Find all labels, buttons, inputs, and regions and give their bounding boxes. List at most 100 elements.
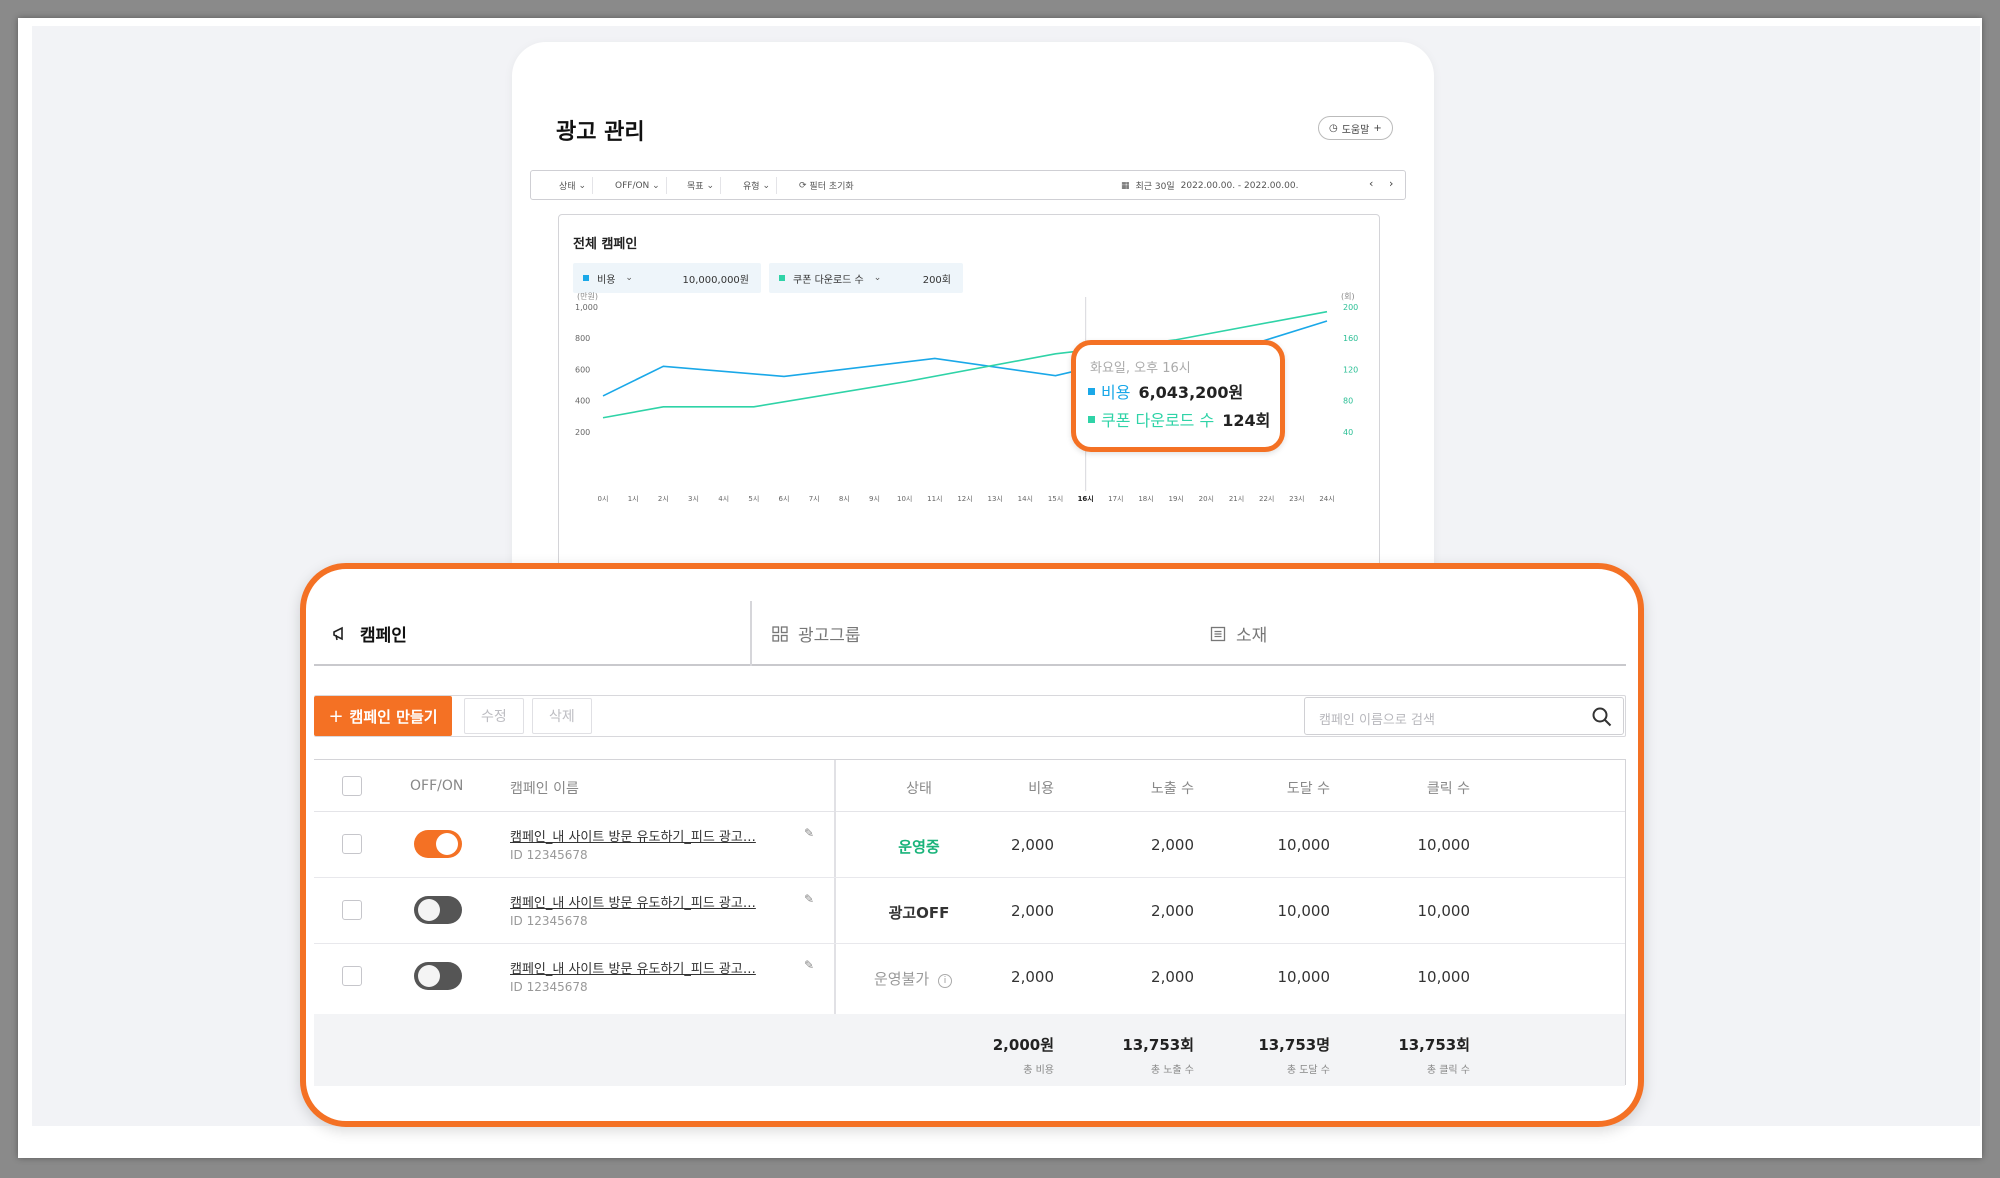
table-totals: 2,000원 총 비용 13,753회 총 노출 수 13,753명 총 도달 … [314,1014,1625,1086]
total-value: 2,000원 [992,1036,1054,1054]
x-tick-label: 22시 [1259,495,1274,503]
search-input[interactable]: 캠페인 이름으로 검색 [1319,709,1435,728]
cost-value: 2,000 [1011,902,1054,920]
x-tick-label: 13시 [987,495,1002,503]
filter-reset[interactable]: ⟳ 필터 초기화 [793,177,860,194]
page-title: 광고 관리 [556,120,645,145]
row-checkbox[interactable] [342,834,362,854]
total-reach: 13,753명 총 도달 수 [1220,1034,1330,1076]
filter-goal[interactable]: 목표 ⌄ [681,177,721,194]
date-range-picker[interactable]: ▦ 최근 30일 2022.00.00. - 2022.00.00. [1121,177,1298,194]
row-checkbox[interactable] [342,966,362,986]
status-badge: 광고OFF [888,904,950,922]
series-color-swatch [1088,415,1095,423]
clicks-value: 10,000 [1417,902,1471,920]
table-row[interactable]: 캠페인_내 사이트 방문 유도하기_피드 광고… ID 12345678 ✎ 운… [314,944,1625,1010]
pencil-icon[interactable]: ✎ [804,892,814,906]
row-checkbox[interactable] [342,900,362,920]
x-tick-label: 11시 [927,495,942,503]
campaign-search[interactable]: 캠페인 이름으로 검색 [1304,697,1624,735]
impressions-value: 2,000 [1151,968,1194,986]
campaign-toggle[interactable] [414,830,462,858]
status-cell: 운영불가 i [858,968,968,989]
help-button[interactable]: ◷ 도움말 + [1318,116,1393,140]
info-icon[interactable]: i [937,974,952,988]
table-row[interactable]: 캠페인_내 사이트 방문 유도하기_피드 광고… ID 12345678 ✎ 운… [314,812,1625,878]
campaign-toggle[interactable] [414,896,462,924]
header-clicks[interactable]: 클릭 수 [1380,778,1470,798]
filter-bar: 상태 ⌄ OFF/ON ⌄ 목표 ⌄ 유형 ⌄ ⟳ 필터 초기화 ▦ 최근 30… [530,170,1406,200]
create-campaign-label: 캠페인 만들기 [349,707,438,726]
tooltip-value: 6,043,200원 [1138,383,1244,402]
tab-bar: 캠페인 광고그룹 소재 [314,601,1626,666]
prev-period-button[interactable]: ‹ [1369,177,1373,190]
reach-value: 10,000 [1277,968,1331,986]
filter-offon[interactable]: OFF/ON ⌄ [609,177,667,194]
filter-type[interactable]: 유형 ⌄ [737,177,777,194]
tab-adgroup[interactable]: 광고그룹 [772,601,861,666]
tab-label: 캠페인 [360,626,407,646]
tab-label: 소재 [1236,626,1268,646]
tooltip-label: 쿠폰 다운로드 수 [1101,411,1215,430]
plus-icon: + [1373,122,1382,134]
create-campaign-button[interactable]: + 캠페인 만들기 [314,696,452,736]
chevron-down-icon: ⌄ [762,180,770,191]
campaign-name-link[interactable]: 캠페인_내 사이트 방문 유도하기_피드 광고… [510,826,756,845]
x-tick-label: 24시 [1319,495,1334,503]
x-tick-label: 10시 [897,495,912,503]
toggle-knob [418,899,440,921]
tooltip-value: 124회 [1222,411,1271,430]
clicks-value: 10,000 [1417,836,1471,854]
chart-tooltip: 화요일, 오후 16시 비용 6,043,200원 쿠폰 다운로드 수 124회 [1071,340,1285,452]
impressions-value: 2,000 [1151,836,1194,854]
tab-divider [750,601,752,666]
x-tick-label: 8시 [839,495,850,503]
total-label: 총 노출 수 [1150,1065,1194,1076]
ad-management-card: 광고 관리 ◷ 도움말 + 상태 ⌄ OFF/ON ⌄ 목표 ⌄ 유형 ⌄ ⟳ … [512,42,1434,602]
total-label: 총 클릭 수 [1426,1065,1470,1076]
tooltip-time: 화요일, 오후 16시 [1090,361,1191,376]
total-value: 13,753명 [1258,1036,1330,1054]
filter-status[interactable]: 상태 ⌄ [553,177,593,194]
header-offon: OFF/ON [410,778,464,794]
campaign-name-link[interactable]: 캠페인_내 사이트 방문 유도하기_피드 광고… [510,892,756,911]
campaign-name-link[interactable]: 캠페인_내 사이트 방문 유도하기_피드 광고… [510,958,756,977]
x-tick-label: 18시 [1138,495,1153,503]
total-clicks: 13,753회 총 클릭 수 [1360,1034,1470,1076]
next-period-button[interactable]: › [1389,177,1393,190]
plus-icon: + [328,705,344,727]
tab-creative[interactable]: 소재 [1210,601,1267,666]
delete-button[interactable]: 삭제 [532,698,592,734]
left-tick-label: 400 [575,397,590,406]
header-reach[interactable]: 도달 수 [1240,778,1330,798]
tab-campaign[interactable]: 캠페인 [332,601,407,666]
header-impressions[interactable]: 노출 수 [1104,778,1194,798]
cost-value: 2,000 [1011,968,1054,986]
total-label: 총 비용 [1023,1065,1054,1076]
x-tick-label: 1시 [628,495,639,503]
x-tick-label: 17시 [1108,495,1123,503]
campaign-table: OFF/ON 캠페인 이름 상태 비용 노출 수 도달 수 클릭 수 캠페인_내… [314,759,1626,1086]
period-label: 최근 30일 [1135,182,1175,192]
table-row[interactable]: 캠페인_내 사이트 방문 유도하기_피드 광고… ID 12345678 ✎ 광… [314,878,1625,944]
x-tick-label: 19시 [1168,495,1183,503]
right-tick-label: 160 [1343,334,1358,343]
pencil-icon[interactable]: ✎ [804,958,814,972]
x-tick-label: 12시 [957,495,972,503]
select-all-checkbox[interactable] [342,776,362,796]
campaign-toggle[interactable] [414,962,462,990]
search-icon[interactable] [1591,706,1613,728]
edit-button[interactable]: 수정 [464,698,524,734]
header-cost[interactable]: 비용 [964,778,1054,798]
toggle-knob [418,965,440,987]
x-tick-label: 0시 [598,495,609,503]
x-tick-label: 9시 [869,495,880,503]
total-value: 13,753회 [1398,1036,1470,1054]
left-tick-label: 1,000 [575,303,598,312]
chevron-down-icon: ⌄ [652,180,660,191]
pencil-icon[interactable]: ✎ [804,826,814,840]
left-axis-unit: (만원) [577,292,598,301]
x-tick-label: 5시 [748,495,759,503]
calendar-icon: ▦ [1121,180,1130,191]
table-toolbar: + 캠페인 만들기 수정 삭제 캠페인 이름으로 검색 [314,695,1626,737]
